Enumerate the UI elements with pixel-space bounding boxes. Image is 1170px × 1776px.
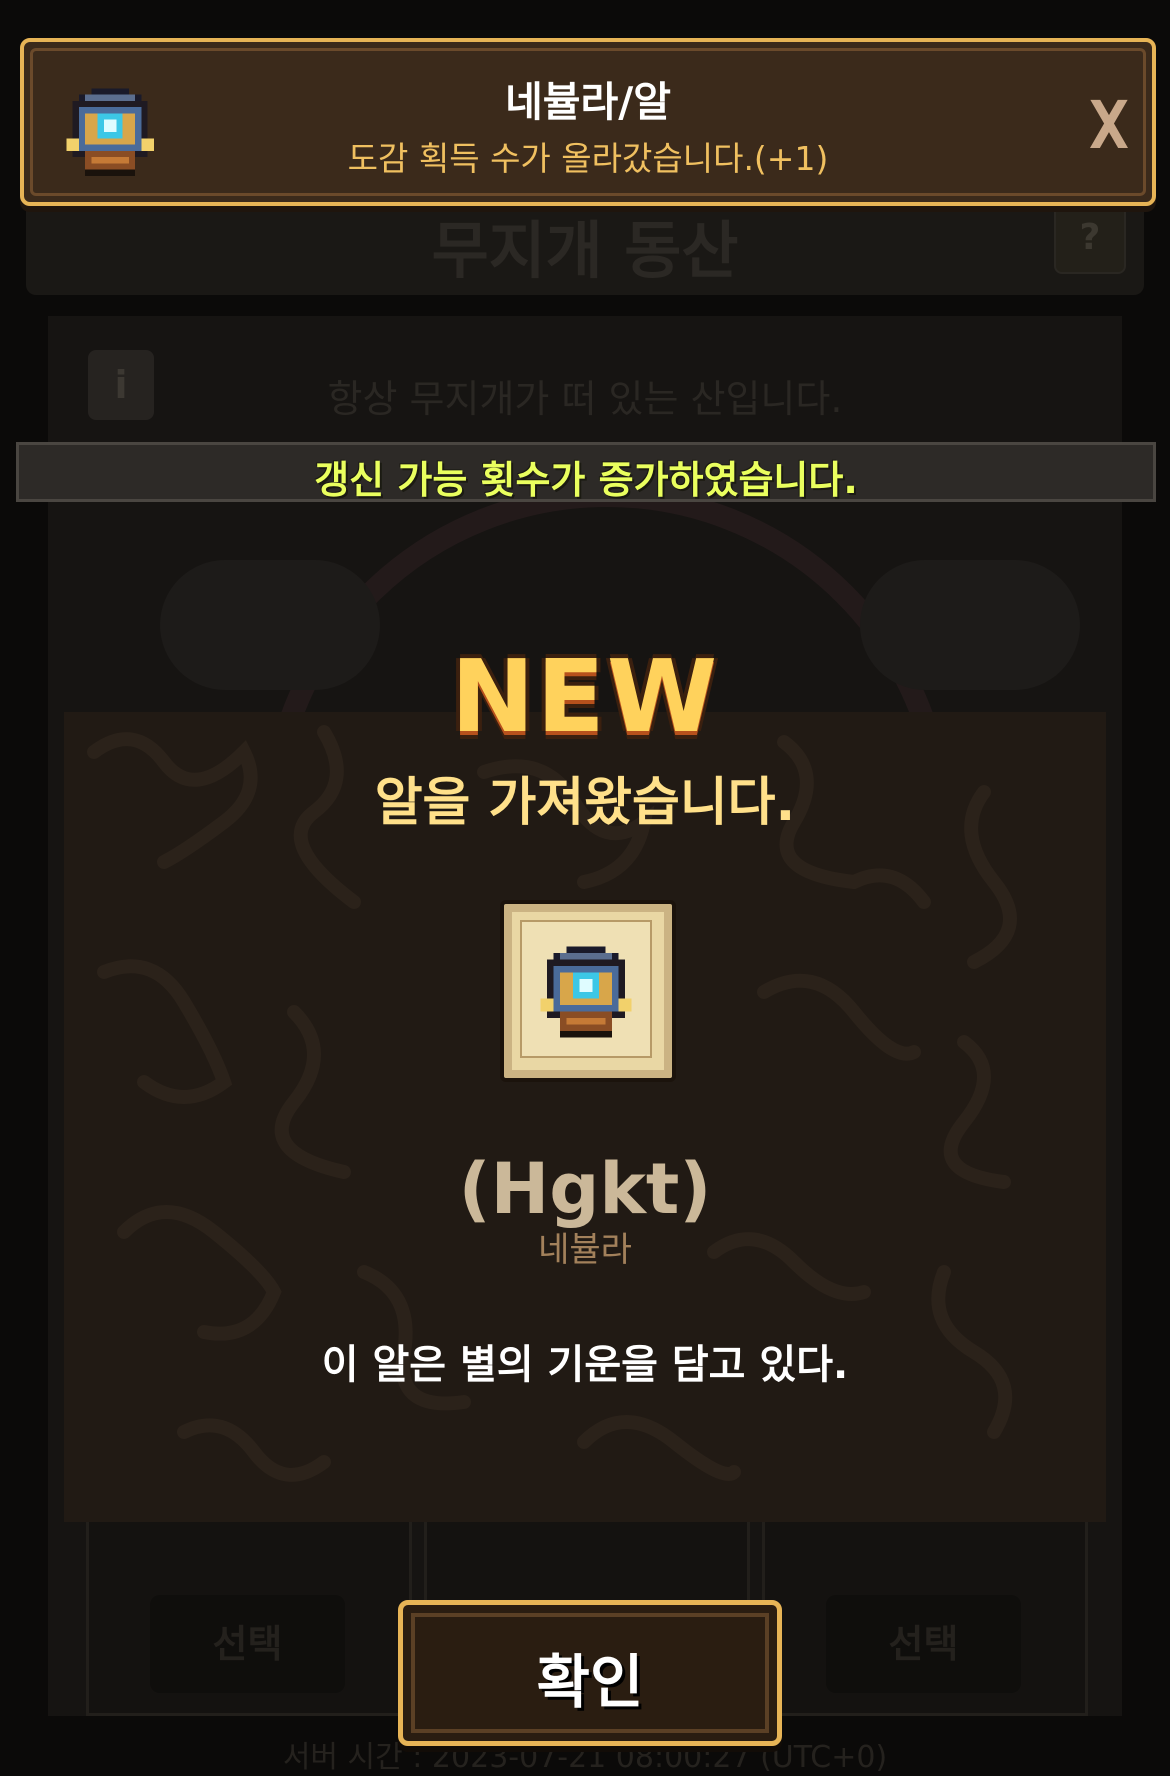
- banner-title: 네뷸라/알: [505, 78, 671, 126]
- new-badge: NEW: [450, 638, 720, 755]
- background-description: 항상 무지개가 떠 있는 산입니다.: [327, 377, 843, 421]
- toast-message: 갱신 가능 횟수가 증가하였습니다.: [314, 458, 858, 502]
- item-name: 네뷸라: [538, 1230, 632, 1270]
- confirm-button[interactable]: 확인: [398, 1600, 782, 1746]
- nebula-egg-icon: [540, 946, 632, 1038]
- banner-subtitle: 도감 획득 수가 올라갔습니다.(+1): [347, 139, 829, 178]
- refresh-toast: 갱신 가능 횟수가 증가하였습니다.: [16, 442, 1156, 502]
- item-code: (Hgkt): [458, 1148, 712, 1230]
- help-button: ?: [1054, 202, 1126, 274]
- select-button-right: 선택: [826, 1595, 1021, 1693]
- close-button[interactable]: X: [1074, 86, 1144, 166]
- popup-headline: 알을 가져왔습니다.: [374, 773, 796, 833]
- item-slot: [500, 900, 676, 1082]
- item-description: 이 알은 별의 기운을 담고 있다.: [321, 1342, 849, 1388]
- confirm-label: 확인: [536, 1648, 644, 1716]
- collection-notification-banner: 네뷸라/알 도감 획득 수가 올라갔습니다.(+1) X: [20, 38, 1156, 206]
- select-button-left: 선택: [150, 1595, 345, 1693]
- background-title: 무지개 동산: [431, 214, 739, 287]
